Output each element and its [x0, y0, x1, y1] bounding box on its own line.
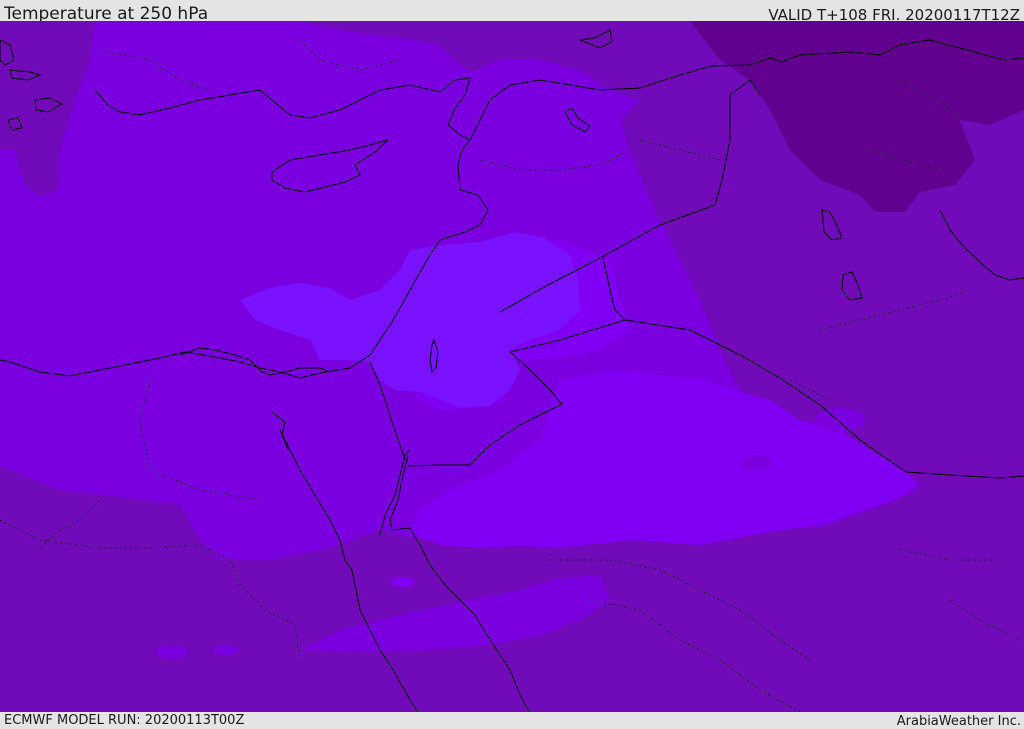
map-canvas — [0, 21, 1024, 712]
weather-map-page: Temperature at 250 hPa VALID T+108 FRI. … — [0, 0, 1024, 729]
temperature-map[interactable] — [0, 21, 1024, 712]
temperature-blob-5 — [815, 408, 865, 432]
temperature-blob-4 — [740, 455, 772, 471]
credit-label: ArabiaWeather Inc. — [896, 714, 1021, 729]
model-run-label: ECMWF MODEL RUN: 20200113T00Z — [4, 713, 245, 728]
header-bar: Temperature at 250 hPa VALID T+108 FRI. … — [0, 0, 1024, 24]
temperature-blob-3 — [391, 577, 415, 587]
temperature-blob-2 — [213, 645, 239, 655]
temperature-blob-1 — [156, 645, 188, 659]
footer-bar: ECMWF MODEL RUN: 20200113T00Z ArabiaWeat… — [0, 712, 1024, 729]
